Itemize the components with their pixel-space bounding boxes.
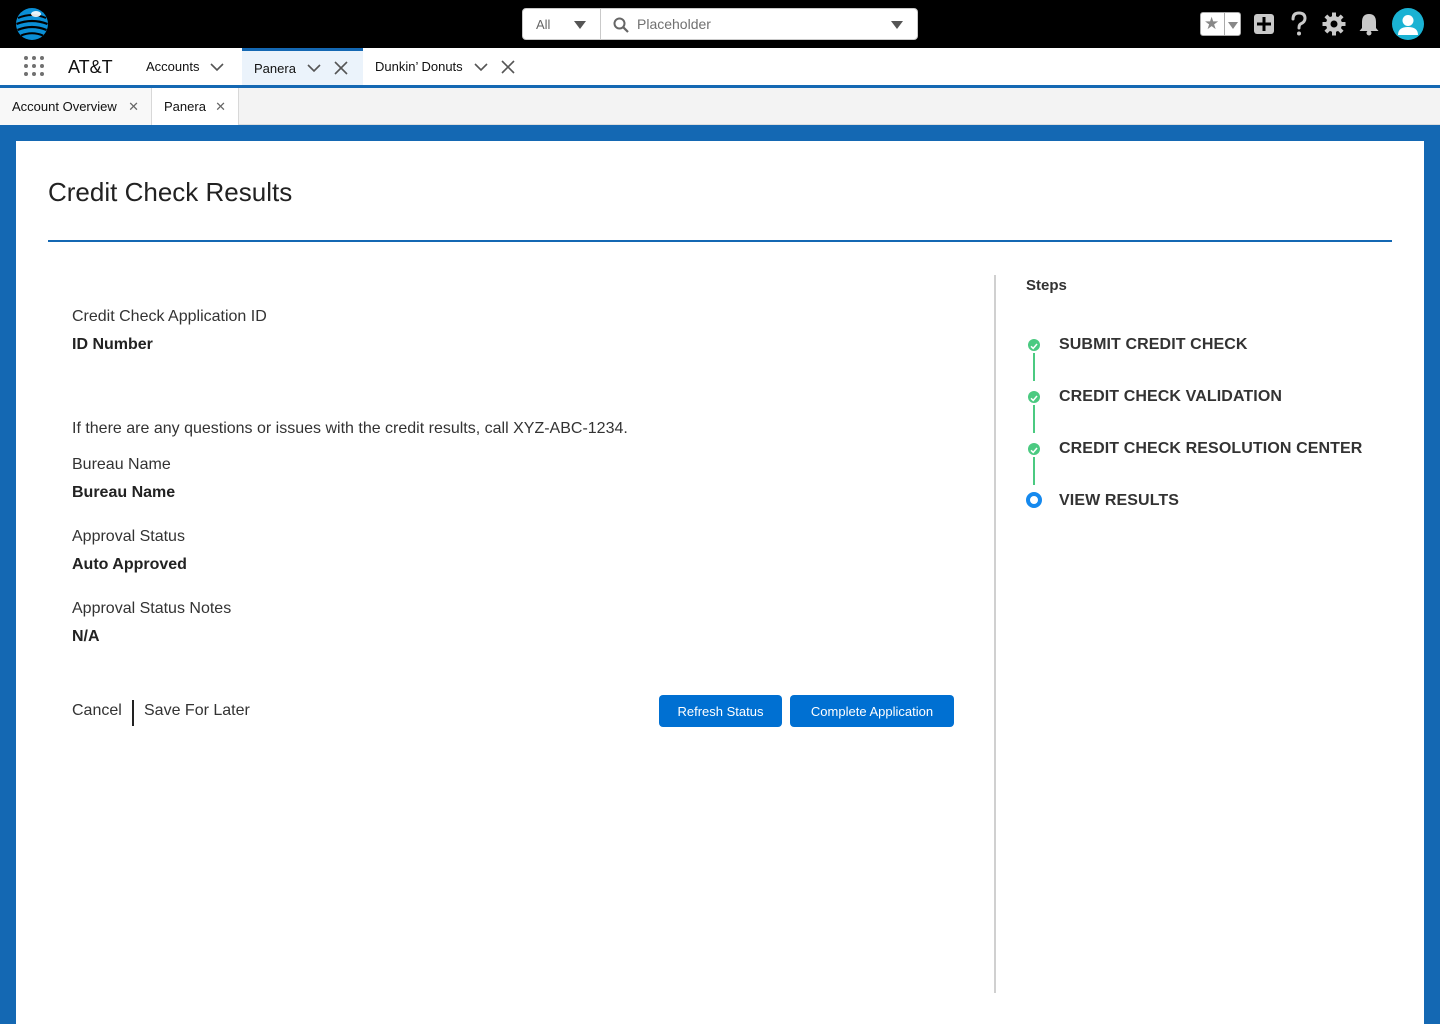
subtab-label: Panera [164,99,206,114]
step-view-results[interactable]: VIEW RESULTS [1059,492,1179,510]
subtab-account-overview[interactable]: Account Overview ✕ [0,88,152,125]
chevron-down-icon[interactable] [209,59,225,75]
help-icon[interactable] [1285,10,1313,38]
global-actions-plus-icon[interactable] [1250,10,1278,38]
approval-notes-value: N/A [72,628,100,645]
nav-tab-panera[interactable]: Panera [242,48,363,85]
caret-down-icon[interactable] [891,21,903,29]
cancel-link[interactable]: Cancel [72,702,122,720]
refresh-status-button[interactable]: Refresh Status [659,695,782,727]
step-credit-check-validation[interactable]: CREDIT CHECK VALIDATION [1059,388,1282,406]
page-title: Credit Check Results [48,177,293,207]
att-globe-logo-icon[interactable] [14,6,50,42]
close-icon[interactable] [501,59,515,74]
settings-gear-icon[interactable] [1320,10,1348,38]
global-search-input[interactable]: Placeholder [600,8,918,40]
credit-check-results-card: Credit Check Results Credit Check Applic… [16,141,1424,1024]
save-for-later-link[interactable]: Save For Later [144,702,250,720]
step-connector [1033,457,1035,485]
subtab-label: Account Overview [12,99,117,114]
step-complete-check-icon [1028,339,1040,351]
step-complete-check-icon [1028,443,1040,455]
nav-tab-label: Dunkin’ Donuts [375,59,463,74]
steps-heading: Steps [1026,277,1067,294]
panel-divider [994,275,996,993]
search-scope-select[interactable]: All [522,8,601,40]
approval-notes-label: Approval Status Notes [72,600,232,617]
search-scope-value: All [536,16,551,32]
global-header: All Placeholder ★ [0,0,1440,48]
title-divider [48,240,1392,242]
support-info-text: If there are any questions or issues wit… [72,420,628,437]
workspace-subtabs: Account Overview ✕ Panera ✕ [0,88,1440,125]
step-current-indicator-icon [1026,492,1042,508]
app-launcher-waffle-icon[interactable] [24,56,44,76]
bureau-name-value: Bureau Name [72,484,176,501]
close-icon[interactable]: ✕ [215,99,226,115]
app-navigation-bar: AT&T Accounts Panera Dunkin’ Donuts [0,48,1440,88]
app-id-label: Credit Check Application ID [72,308,267,325]
user-avatar[interactable] [1392,8,1424,40]
favorites-button[interactable]: ★ [1200,12,1241,36]
app-name: AT&T [68,57,113,77]
chevron-down-icon[interactable] [473,59,489,75]
favorites-dropdown-icon[interactable] [1228,22,1238,29]
step-complete-check-icon [1028,391,1040,403]
star-icon: ★ [1204,14,1220,33]
complete-application-button[interactable]: Complete Application [790,695,954,727]
link-separator [132,700,134,726]
step-connector [1033,353,1035,381]
close-icon[interactable]: ✕ [128,99,139,115]
favorites-divider [1224,13,1225,35]
step-connector [1033,405,1035,433]
step-resolution-center[interactable]: CREDIT CHECK RESOLUTION CENTER [1059,440,1362,458]
approval-status-label: Approval Status [72,528,185,545]
search-placeholder: Placeholder [637,16,711,32]
nav-tab-label: Accounts [146,59,200,74]
nav-tab-dunkin-donuts[interactable]: Dunkin’ Donuts [363,48,533,85]
notifications-bell-icon[interactable] [1355,10,1383,38]
bureau-name-label: Bureau Name [72,456,171,473]
nav-tab-accounts[interactable]: Accounts [134,48,242,85]
approval-status-value: Auto Approved [72,556,187,573]
caret-down-icon [574,21,586,29]
search-icon [613,17,629,33]
chevron-down-icon[interactable] [306,60,322,76]
step-submit-credit-check[interactable]: SUBMIT CREDIT CHECK [1059,336,1248,354]
nav-tab-label: Panera [254,60,296,76]
close-icon[interactable] [334,61,348,75]
app-id-value: ID Number [72,336,153,353]
subtab-panera[interactable]: Panera ✕ [152,88,239,125]
